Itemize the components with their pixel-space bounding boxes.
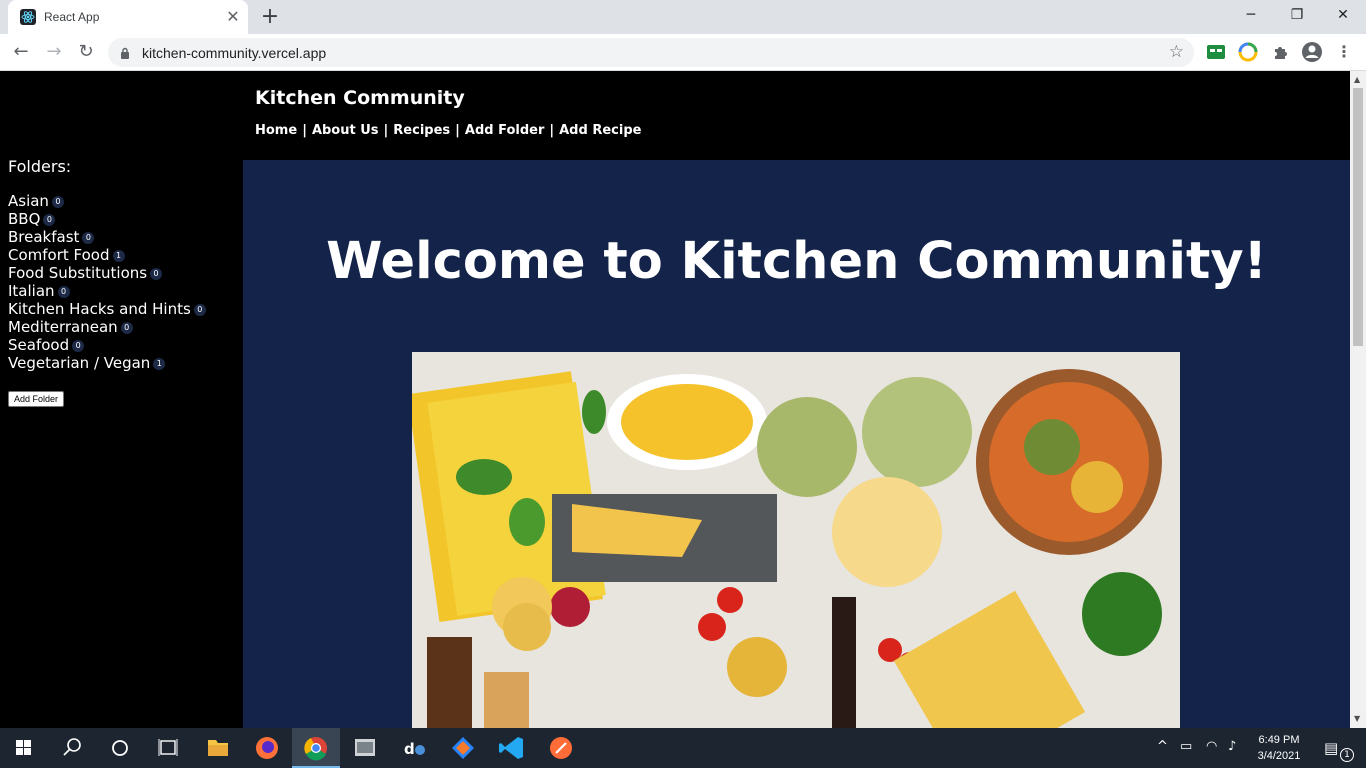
new-tab-button[interactable]: +	[259, 6, 281, 28]
folder-name: Seafood	[8, 336, 70, 354]
folder-name: Food Substitutions	[8, 264, 148, 282]
folder-list: Asian 0 BBQ 0 Breakfast 0 Comfort Food 1 Foo…	[8, 192, 238, 372]
dbeaver-icon[interactable]: d	[390, 728, 438, 768]
address-bar[interactable]: kitchen-community.vercel.app ☆	[108, 38, 1194, 67]
notification-count-badge: 1	[1340, 748, 1354, 762]
nav-separator: |	[549, 123, 555, 138]
url-text: kitchen-community.vercel.app	[142, 45, 327, 61]
folder-item[interactable]: Kitchen Hacks and Hints 0	[8, 300, 238, 318]
folder-name: Asian	[8, 192, 49, 210]
folder-name: Italian	[8, 282, 55, 300]
nav-separator: |	[302, 123, 307, 138]
forward-button[interactable]: →	[42, 40, 66, 64]
folder-name: Breakfast	[8, 228, 80, 246]
folder-count-badge: 0	[72, 340, 85, 352]
welcome-heading: Welcome to Kitchen Community!	[326, 232, 1267, 291]
page-viewport: Kitchen Community Home | About Us | Recipes |…	[0, 71, 1350, 728]
folder-count-badge: 0	[120, 322, 133, 334]
folder-count-badge: 1	[112, 250, 125, 262]
browser-tab[interactable]: React App ✕	[8, 0, 248, 34]
folder-name: BBQ	[8, 210, 41, 228]
folder-item[interactable]: Mediterranean 0	[8, 318, 238, 336]
site-title: Kitchen Community	[255, 87, 465, 109]
folders-heading: Folders:	[8, 157, 72, 176]
nav-add-recipe[interactable]: Add Recipe	[559, 123, 641, 138]
add-folder-button[interactable]: Add Folder	[8, 391, 65, 407]
folder-item[interactable]: Vegetarian / Vegan 1	[8, 354, 238, 372]
folder-item[interactable]: Breakfast 0	[8, 228, 238, 246]
postman-icon[interactable]	[537, 728, 585, 768]
clock-time: 6:49 PM	[1258, 734, 1300, 746]
extension-color-icon[interactable]	[1237, 41, 1259, 63]
windows-taskbar: d ^ ▭ ◠ ♪ 6:49 PM 3/4/2021 ▤ 1	[0, 728, 1366, 768]
folder-item[interactable]: Food Substitutions 0	[8, 264, 238, 282]
folder-item[interactable]: Seafood 0	[8, 336, 238, 354]
volume-icon[interactable]: ♪	[1228, 739, 1236, 754]
folder-count-badge: 1	[153, 358, 166, 370]
folder-name: Kitchen Hacks and Hints	[8, 300, 191, 318]
nav-add-folder[interactable]: Add Folder	[465, 123, 544, 138]
notifications-icon[interactable]: ▤	[1324, 739, 1338, 757]
browser-toolbar: ← → ↻ kitchen-community.vercel.app ☆ ⋮	[0, 34, 1366, 71]
folder-count-badge: 0	[57, 286, 70, 298]
back-button[interactable]: ←	[9, 40, 33, 64]
profile-avatar-icon[interactable]	[1301, 41, 1323, 63]
nav-recipes[interactable]: Recipes	[393, 123, 450, 138]
task-view-icon[interactable]	[144, 728, 192, 768]
scroll-down-icon[interactable]: ▼	[1354, 714, 1360, 723]
nav-about-us[interactable]: About Us	[312, 123, 379, 138]
close-tab-icon[interactable]: ✕	[224, 8, 242, 26]
folder-item[interactable]: BBQ 0	[8, 210, 238, 228]
hero-pasta-image	[412, 352, 1180, 728]
reload-button[interactable]: ↻	[74, 40, 98, 64]
clock-date: 3/4/2021	[1257, 750, 1301, 762]
nav-separator: |	[455, 123, 460, 138]
show-hidden-icons-icon[interactable]: ^	[1157, 739, 1168, 754]
vscode-icon[interactable]	[488, 728, 536, 768]
search-icon[interactable]	[48, 728, 96, 768]
extensions-puzzle-icon[interactable]	[1269, 41, 1291, 63]
scrollbar-thumb[interactable]	[1353, 88, 1363, 346]
restore-button[interactable]: ❐	[1274, 0, 1320, 30]
nav-home[interactable]: Home	[255, 123, 297, 138]
scroll-up-icon[interactable]: ▲	[1354, 75, 1360, 84]
folder-name: Vegetarian / Vegan	[8, 354, 151, 372]
main-content: Welcome to Kitchen Community!	[243, 160, 1350, 728]
menu-kebab-icon[interactable]: ⋮	[1333, 41, 1355, 63]
bookmark-star-icon[interactable]: ☆	[1169, 42, 1184, 62]
folders-sidebar: Folders: Asian 0 BBQ 0 Breakfast 0 Comfort …	[8, 157, 238, 407]
site-nav: Home | About Us | Recipes | Add Folder | Add Rec…	[255, 123, 641, 138]
folder-item[interactable]: Asian 0	[8, 192, 238, 210]
folder-count-badge: 0	[51, 196, 64, 208]
chrome-icon[interactable]	[292, 728, 340, 768]
page-scrollbar[interactable]: ▲ ▼	[1350, 71, 1366, 728]
battery-icon[interactable]: ▭	[1180, 739, 1192, 754]
tab-title: React App	[44, 10, 100, 24]
minimize-button[interactable]: ─	[1228, 0, 1274, 30]
folder-count-badge: 0	[82, 232, 95, 244]
close-window-button[interactable]: ✕	[1320, 0, 1366, 30]
firefox-icon[interactable]	[243, 728, 291, 768]
windows-start-icon[interactable]	[0, 728, 48, 768]
svg-text:d: d	[404, 740, 415, 758]
cortana-icon[interactable]	[96, 728, 144, 768]
folder-count-badge: 0	[150, 268, 163, 280]
folder-count-badge: 0	[43, 214, 56, 226]
extension-icon[interactable]	[1205, 41, 1227, 63]
lock-icon	[120, 45, 130, 64]
folder-count-badge: 0	[193, 304, 206, 316]
folder-item[interactable]: Italian 0	[8, 282, 238, 300]
folder-name: Comfort Food	[8, 246, 110, 264]
folder-item[interactable]: Comfort Food 1	[8, 246, 238, 264]
photos-app-icon[interactable]	[341, 728, 389, 768]
clock[interactable]: 6:49 PM 3/4/2021	[1246, 732, 1312, 764]
file-explorer-icon[interactable]	[194, 728, 242, 768]
nav-separator: |	[383, 123, 389, 138]
react-logo-icon	[20, 9, 36, 25]
browser-tab-bar: React App ✕ + ─ ❐ ✕	[0, 0, 1366, 34]
sourcetree-icon[interactable]	[439, 728, 487, 768]
wifi-icon[interactable]: ◠	[1206, 739, 1217, 754]
folder-name: Mediterranean	[8, 318, 118, 336]
